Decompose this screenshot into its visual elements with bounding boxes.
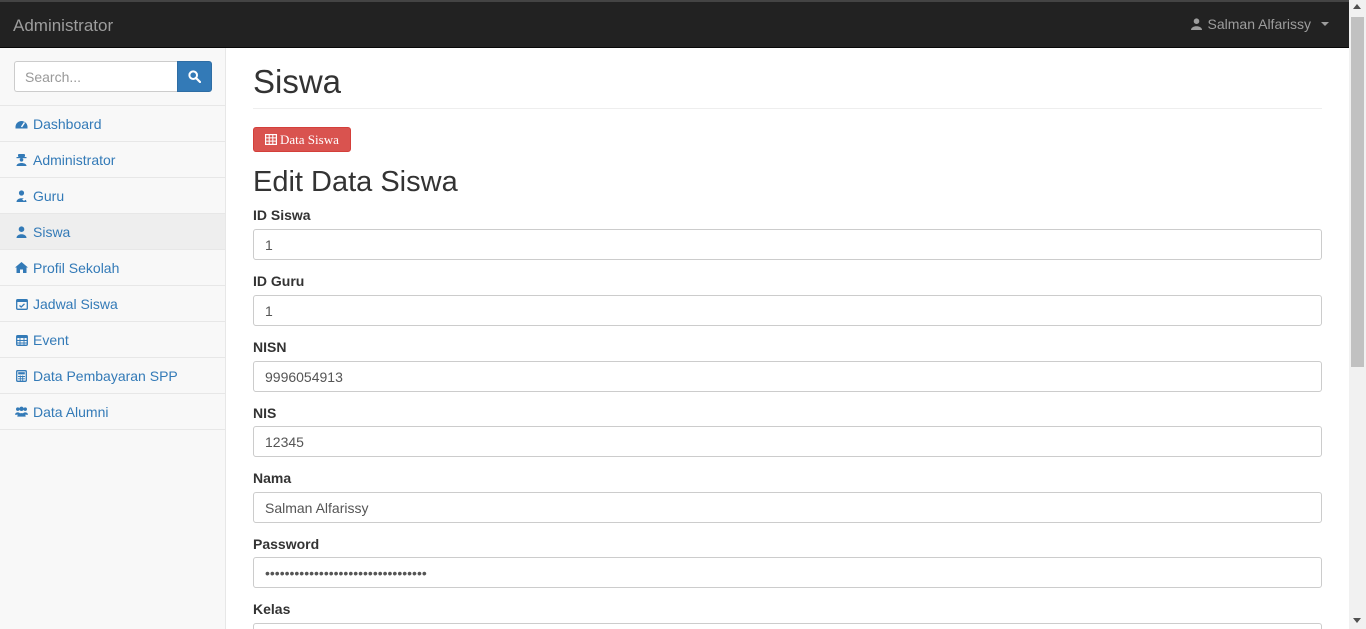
sidebar-item-label: Guru bbox=[33, 187, 65, 204]
sidebar-item-data-pembayaran-spp[interactable]: Data Pembayaran SPP bbox=[0, 358, 225, 394]
id-siswa-field[interactable] bbox=[253, 229, 1322, 260]
sidebar-item-guru[interactable]: Guru bbox=[0, 178, 225, 214]
user-menu-dropdown[interactable]: Salman Alfarissy bbox=[1190, 16, 1329, 32]
table-icon bbox=[265, 134, 277, 145]
scrollbar-thumb[interactable] bbox=[1351, 17, 1364, 367]
sidebar-item-dashboard[interactable]: Dashboard bbox=[0, 106, 225, 142]
sidebar-nav: Dashboard Administrator Guru Siswa Profi… bbox=[0, 105, 225, 430]
sidebar: Dashboard Administrator Guru Siswa Profi… bbox=[0, 48, 226, 629]
data-siswa-button[interactable]: Data Siswa bbox=[253, 127, 351, 152]
nama-field[interactable] bbox=[253, 492, 1322, 523]
sidebar-item-label: Administrator bbox=[33, 151, 116, 168]
calculator-icon bbox=[15, 369, 28, 382]
calendar-icon bbox=[15, 333, 28, 346]
nis-label: NIS bbox=[253, 405, 277, 421]
home-icon bbox=[15, 261, 28, 274]
sidebar-item-label: Siswa bbox=[33, 223, 71, 240]
search-icon bbox=[188, 70, 201, 83]
id-siswa-label: ID Siswa bbox=[253, 207, 311, 223]
sidebar-item-label: Dashboard bbox=[33, 115, 102, 132]
scroll-up-arrow-icon[interactable] bbox=[1353, 4, 1361, 9]
sidebar-item-jadwal-siswa[interactable]: Jadwal Siswa bbox=[0, 286, 225, 322]
nis-field[interactable] bbox=[253, 426, 1322, 457]
dashboard-icon bbox=[15, 117, 28, 130]
vertical-scrollbar[interactable] bbox=[1349, 0, 1366, 629]
sidebar-item-label: Data Pembayaran SPP bbox=[33, 367, 178, 384]
calendar-check-icon bbox=[15, 297, 28, 310]
nisn-field[interactable] bbox=[253, 361, 1322, 392]
search-input[interactable] bbox=[14, 61, 177, 92]
data-siswa-button-label: Data Siswa bbox=[280, 131, 339, 147]
user-name: Salman Alfarissy bbox=[1207, 16, 1311, 32]
nisn-label: NISN bbox=[253, 339, 287, 355]
sidebar-item-data-alumni[interactable]: Data Alumni bbox=[0, 394, 225, 430]
kelas-label: Kelas bbox=[253, 601, 291, 617]
id-guru-field[interactable] bbox=[253, 295, 1322, 326]
sidebar-item-siswa[interactable]: Siswa bbox=[0, 214, 225, 250]
sidebar-item-label: Profil Sekolah bbox=[33, 259, 120, 276]
navbar-brand[interactable]: Administrator bbox=[13, 16, 113, 36]
sidebar-item-label: Data Alumni bbox=[33, 403, 109, 420]
page-title: Siswa bbox=[253, 63, 342, 100]
id-guru-label: ID Guru bbox=[253, 273, 305, 289]
caret-down-icon bbox=[1321, 22, 1329, 26]
top-navbar: Administrator Salman Alfarissy bbox=[0, 0, 1349, 48]
sidebar-item-label: Event bbox=[33, 331, 69, 348]
users-icon bbox=[15, 405, 28, 418]
user-icon bbox=[1190, 18, 1202, 30]
sidebar-item-label: Jadwal Siswa bbox=[33, 295, 118, 312]
kelas-field[interactable] bbox=[253, 623, 1322, 629]
section-title: Edit Data Siswa bbox=[253, 166, 458, 198]
scroll-down-arrow-icon[interactable] bbox=[1353, 618, 1361, 623]
sidebar-item-profil-sekolah[interactable]: Profil Sekolah bbox=[0, 250, 225, 286]
sidebar-item-event[interactable]: Event bbox=[0, 322, 225, 358]
nama-label: Nama bbox=[253, 470, 292, 486]
title-divider bbox=[253, 108, 1322, 109]
user-secret-icon bbox=[15, 153, 28, 166]
password-field[interactable] bbox=[253, 557, 1322, 588]
user-icon bbox=[15, 225, 28, 238]
user-md-icon bbox=[15, 189, 28, 202]
sidebar-search bbox=[14, 61, 212, 92]
search-button[interactable] bbox=[177, 61, 212, 92]
password-label: Password bbox=[253, 536, 320, 552]
sidebar-item-administrator[interactable]: Administrator bbox=[0, 142, 225, 178]
